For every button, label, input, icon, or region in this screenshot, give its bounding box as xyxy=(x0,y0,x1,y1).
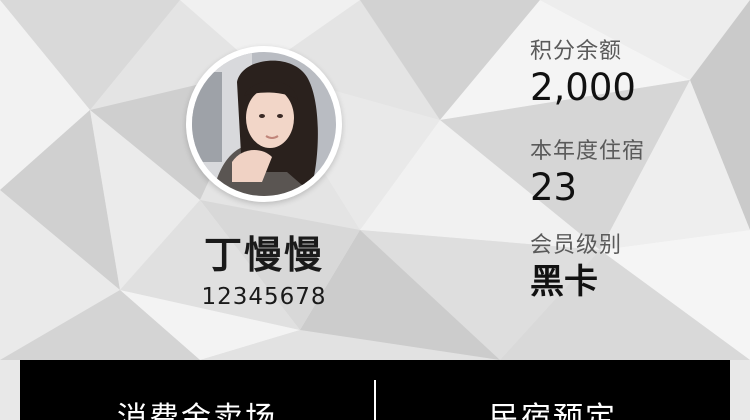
action-bar: 消费金卖场 民宿预定 xyxy=(20,360,730,420)
consumption-mall-label: 消费金卖场 xyxy=(117,401,277,420)
consumption-mall-button[interactable]: 消费金卖场 xyxy=(20,360,374,420)
annual-stays-value: 23 xyxy=(530,166,578,209)
annual-stays: 本年度住宿 23 xyxy=(530,138,645,210)
membership-level: 会员级别 黑卡 xyxy=(530,232,622,304)
points-balance-label: 积分余额 xyxy=(530,39,623,64)
membership-level-label: 会员级别 xyxy=(530,233,623,258)
polygon-background xyxy=(0,0,750,420)
avatar-photo-icon xyxy=(192,52,336,196)
points-balance-value: 2,000 xyxy=(530,66,636,109)
user-name: 丁慢慢 xyxy=(203,233,324,277)
member-id: 12345678 xyxy=(201,284,327,310)
homestay-booking-label: 民宿预定 xyxy=(489,401,617,420)
homestay-booking-button[interactable]: 民宿预定 xyxy=(376,360,730,420)
annual-stays-label: 本年度住宿 xyxy=(530,139,646,164)
points-balance: 积分余额 2,000 xyxy=(530,38,636,110)
avatar[interactable] xyxy=(186,46,342,202)
membership-level-value: 黑卡 xyxy=(530,262,598,302)
